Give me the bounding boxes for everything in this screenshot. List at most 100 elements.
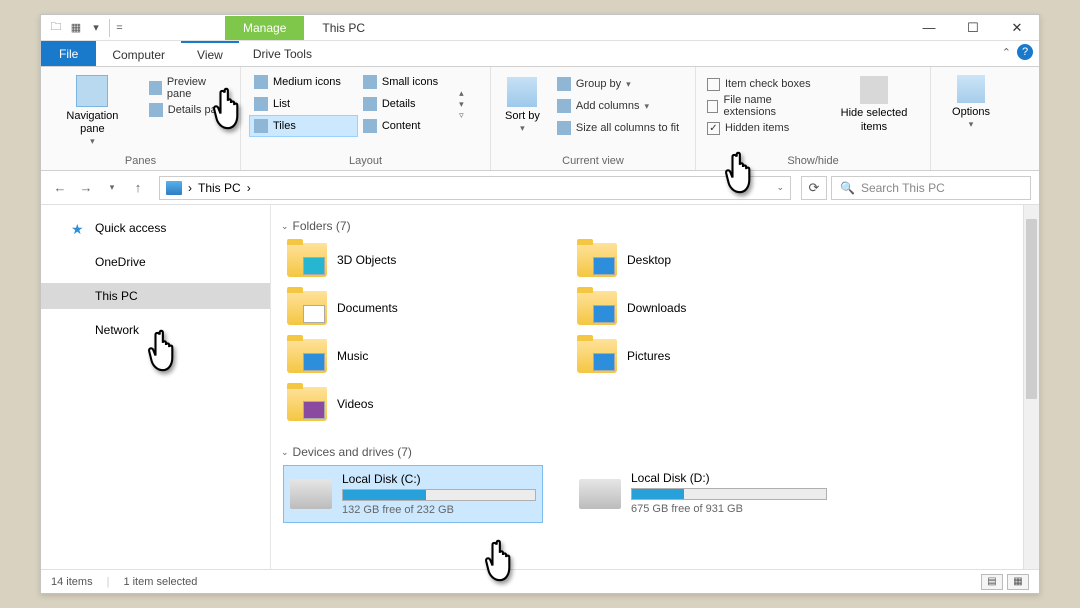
chevron-down-icon: ▾	[969, 119, 974, 130]
layout-small-icons[interactable]: Small icons	[358, 71, 455, 93]
drive-free-text: 132 GB free of 232 GB	[342, 504, 536, 516]
folder-icon	[287, 339, 327, 373]
breadcrumb-sep: ›	[188, 181, 192, 195]
navigation-pane-icon	[76, 75, 108, 107]
layout-medium-icons[interactable]: Medium icons	[249, 71, 358, 93]
tab-view[interactable]: View	[181, 41, 239, 66]
window-controls: — ☐ ✕	[907, 15, 1039, 41]
group-by-button[interactable]: Group by▾	[554, 73, 682, 95]
address-bar[interactable]: › This PC › ⌄	[159, 176, 791, 200]
section-drives-header[interactable]: ⌄Devices and drives (7)	[279, 441, 1015, 465]
folders-grid: 3D Objects Desktop Documents Downloads Music…	[279, 239, 1015, 425]
close-button[interactable]: ✕	[995, 15, 1039, 41]
checkbox-icon	[707, 100, 718, 113]
sidebar-item-quick-access[interactable]: ★ Quick access	[41, 215, 270, 241]
view-icons-button[interactable]: ▦	[1007, 574, 1029, 590]
sidebar-item-onedrive[interactable]: OneDrive	[41, 249, 270, 275]
properties-icon[interactable]: ▦	[67, 19, 85, 37]
chevron-down-icon: ▾	[520, 123, 525, 134]
search-icon: 🔍	[840, 181, 855, 195]
address-bar-row: ← → ▾ ↑ › This PC › ⌄ ⟳ 🔍 Search This PC	[41, 171, 1039, 205]
navigation-pane-button[interactable]: Navigation pane ▾	[49, 71, 136, 151]
options-icon	[957, 75, 985, 103]
history-dropdown[interactable]: ▾	[101, 177, 123, 199]
file-tab[interactable]: File	[41, 41, 96, 66]
add-columns-icon	[557, 99, 571, 113]
drive-usage-bar	[342, 489, 536, 501]
content-area[interactable]: ⌄Folders (7) 3D Objects Desktop Documents D…	[271, 205, 1023, 569]
scrollbar-thumb[interactable]	[1026, 219, 1037, 399]
chevron-down-icon: ▾	[90, 136, 95, 147]
layout-scroll-down-icon[interactable]: ▾	[459, 99, 464, 110]
add-columns-button[interactable]: Add columns▾	[554, 95, 682, 117]
window-title: This PC	[322, 16, 365, 35]
details-pane-button[interactable]: Details pane	[146, 99, 232, 121]
folder-icon	[287, 387, 327, 421]
group-label: Show/hide	[696, 155, 930, 167]
help-icon[interactable]: ?	[1017, 44, 1033, 60]
folder-item[interactable]: Videos	[283, 383, 533, 425]
options-button[interactable]: Options ▾	[939, 71, 1003, 134]
hidden-items-toggle[interactable]: Hidden items	[704, 117, 816, 139]
tab-drive-tools[interactable]: Drive Tools	[239, 41, 326, 66]
ribbon-group-layout: Medium icons List Tiles Small icons Deta…	[241, 67, 491, 170]
folder-item[interactable]: 3D Objects	[283, 239, 533, 281]
back-button[interactable]: ←	[49, 177, 71, 199]
layout-more-icon[interactable]: ▿	[459, 110, 464, 121]
folder-item[interactable]: Documents	[283, 287, 533, 329]
drive-icon	[290, 479, 332, 509]
titlebar: 🗀 ▦ ▾ = Manage This PC — ☐ ✕	[41, 15, 1039, 41]
explorer-window: 🗀 ▦ ▾ = Manage This PC — ☐ ✕ File Comput…	[40, 14, 1040, 594]
collapse-ribbon-icon[interactable]: ⌃	[1002, 46, 1011, 59]
minimize-button[interactable]: —	[907, 15, 951, 41]
layout-list[interactable]: List	[249, 93, 358, 115]
section-folders-header[interactable]: ⌄Folders (7)	[279, 215, 1015, 239]
drive-item[interactable]: Local Disk (D:) 675 GB free of 931 GB	[573, 465, 833, 523]
folder-item[interactable]: Pictures	[573, 335, 823, 377]
folder-item[interactable]: Music	[283, 335, 533, 377]
search-box[interactable]: 🔍 Search This PC	[831, 176, 1031, 200]
layout-scroll-up-icon[interactable]: ▴	[459, 88, 464, 99]
status-selected-count: 1 item selected	[123, 576, 197, 588]
vertical-scrollbar[interactable]	[1023, 205, 1039, 569]
details-pane-icon	[149, 103, 163, 117]
tab-computer[interactable]: Computer	[96, 41, 181, 66]
group-by-icon	[557, 77, 571, 91]
layout-details[interactable]: Details	[358, 93, 455, 115]
maximize-button[interactable]: ☐	[951, 15, 995, 41]
group-label: Current view	[491, 155, 695, 167]
qat-separator: =	[109, 19, 127, 37]
drive-item[interactable]: Local Disk (C:) 132 GB free of 232 GB	[283, 465, 543, 523]
address-dropdown-icon[interactable]: ⌄	[776, 182, 784, 193]
preview-pane-icon	[149, 81, 162, 95]
sidebar-item-this-pc[interactable]: This PC	[41, 283, 270, 309]
title-area: Manage This PC	[127, 16, 907, 40]
drive-label: Local Disk (C:)	[342, 472, 536, 486]
sort-by-button[interactable]: Sort by ▾	[499, 71, 546, 139]
item-check-boxes-toggle[interactable]: Item check boxes	[704, 73, 816, 95]
ribbon-group-showhide: Item check boxes File name extensions Hi…	[696, 67, 931, 170]
folder-item[interactable]: Desktop	[573, 239, 823, 281]
layout-tiles[interactable]: Tiles	[249, 115, 358, 137]
forward-button[interactable]: →	[75, 177, 97, 199]
folder-label: Desktop	[627, 253, 671, 267]
qat-dropdown-icon[interactable]: ▾	[87, 19, 105, 37]
file-name-extensions-toggle[interactable]: File name extensions	[704, 95, 816, 117]
folder-item[interactable]: Downloads	[573, 287, 823, 329]
size-columns-button[interactable]: Size all columns to fit	[554, 117, 682, 139]
hide-selected-icon	[860, 76, 888, 104]
refresh-button[interactable]: ⟳	[801, 176, 827, 200]
layout-content[interactable]: Content	[358, 115, 455, 137]
quick-access-toolbar: 🗀 ▦ ▾ =	[41, 19, 127, 37]
view-details-button[interactable]: ▤	[981, 574, 1003, 590]
hide-selected-items-button[interactable]: Hide selected items	[826, 71, 922, 139]
sidebar-item-network[interactable]: Network	[41, 317, 270, 343]
checkbox-icon	[707, 122, 720, 135]
group-label: Panes	[41, 155, 240, 167]
manage-context-tab[interactable]: Manage	[225, 16, 304, 40]
preview-pane-button[interactable]: Preview pane	[146, 77, 232, 99]
breadcrumb[interactable]: This PC	[198, 181, 241, 195]
up-button[interactable]: ↑	[127, 177, 149, 199]
drive-usage-bar	[631, 488, 827, 500]
checkbox-icon	[707, 78, 720, 91]
